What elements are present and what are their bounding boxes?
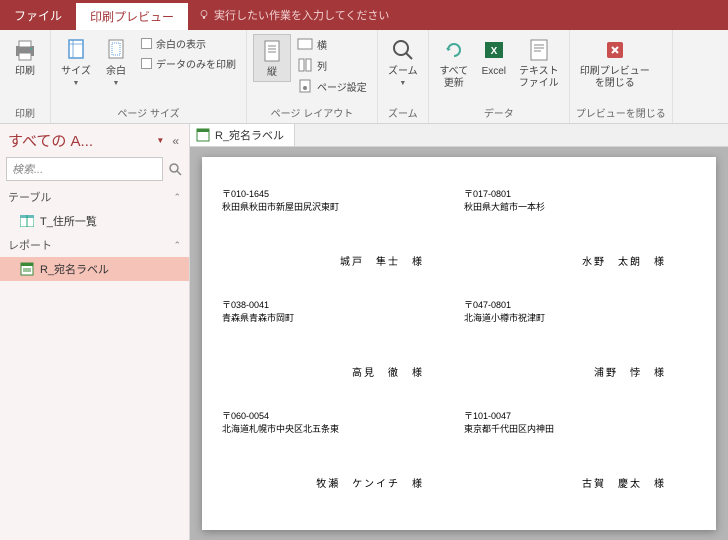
portrait-button[interactable]: 縦 bbox=[253, 34, 291, 82]
svg-text:X: X bbox=[490, 46, 497, 57]
columns-button[interactable]: 列 bbox=[293, 55, 371, 75]
size-button[interactable]: サイズ ▼ bbox=[57, 34, 95, 89]
postal-code: 〒010-1645 bbox=[222, 187, 454, 200]
address-line: 東京都千代田区内神田 bbox=[464, 422, 696, 435]
address-line: 秋田県大館市一本杉 bbox=[464, 200, 696, 213]
main-area: R_宛名ラベル 〒010-1645秋田県秋田市新屋田尻沢東町城戸 隼士 様〒01… bbox=[190, 124, 728, 540]
search-icon[interactable] bbox=[167, 161, 183, 177]
ribbon-group-layout: 縦 横 列 ページ設定 ページ レイアウト bbox=[247, 30, 378, 123]
landscape-button[interactable]: 横 bbox=[293, 34, 371, 54]
postal-code: 〒060-0054 bbox=[222, 409, 454, 422]
print-button[interactable]: 印刷 bbox=[6, 34, 44, 80]
search-input[interactable]: 検索... bbox=[6, 157, 163, 181]
postal-code: 〒047-0801 bbox=[464, 298, 696, 311]
navigation-pane: すべての A... ▼ « 検索... テーブル ⌃ T_住所一覧 レポート ⌃… bbox=[0, 124, 190, 540]
title-bar: ファイル 印刷プレビュー 実行したい作業を入力してください bbox=[0, 0, 728, 30]
columns-icon bbox=[297, 57, 313, 73]
zoom-icon bbox=[389, 36, 417, 64]
recipient-name: 水野 太朗 様 bbox=[582, 253, 666, 268]
address-line: 青森県青森市岡町 bbox=[222, 311, 454, 324]
ribbon-group-close: 印刷プレビュー を閉じる プレビューを閉じる bbox=[570, 30, 673, 123]
address-line: 北海道札幌市中央区北五条東 bbox=[222, 422, 454, 435]
close-icon bbox=[601, 36, 629, 64]
ribbon-group-pagesize: サイズ ▼ 余白 ▼ 余白の表示 データのみを印刷 ページ サイズ bbox=[51, 30, 247, 123]
address-line: 北海道小樽市祝津町 bbox=[464, 311, 696, 324]
excel-button[interactable]: X Excel bbox=[475, 34, 513, 80]
page-setup-button[interactable]: ページ設定 bbox=[293, 76, 371, 96]
preview-area[interactable]: 〒010-1645秋田県秋田市新屋田尻沢東町城戸 隼士 様〒017-0801秋田… bbox=[190, 147, 728, 540]
chevron-up-icon: ⌃ bbox=[173, 192, 181, 203]
print-icon bbox=[11, 36, 39, 64]
checkbox-icon bbox=[141, 58, 152, 69]
report-page: 〒010-1645秋田県秋田市新屋田尻沢東町城戸 隼士 様〒017-0801秋田… bbox=[202, 157, 716, 530]
postal-code: 〒038-0041 bbox=[222, 298, 454, 311]
data-only-checkbox[interactable]: データのみを印刷 bbox=[137, 54, 240, 73]
show-margin-checkbox[interactable]: 余白の表示 bbox=[137, 34, 240, 53]
excel-icon: X bbox=[480, 36, 508, 64]
nav-section-tables[interactable]: テーブル ⌃ bbox=[0, 185, 189, 209]
nav-item-table[interactable]: T_住所一覧 bbox=[0, 209, 189, 233]
collapse-icon[interactable]: « bbox=[170, 134, 181, 148]
ribbon-group-zoom: ズーム ▼ ズーム bbox=[378, 30, 429, 123]
text-file-button[interactable]: テキスト ファイル bbox=[515, 34, 563, 92]
recipient-name: 浦野 悖 様 bbox=[594, 364, 666, 379]
zoom-button[interactable]: ズーム ▼ bbox=[384, 34, 422, 89]
nav-section-reports[interactable]: レポート ⌃ bbox=[0, 233, 189, 257]
document-tab-row: R_宛名ラベル bbox=[190, 124, 728, 147]
portrait-icon bbox=[258, 37, 286, 65]
table-icon bbox=[20, 215, 34, 227]
address-label: 〒047-0801北海道小樽市祝津町浦野 悖 様 bbox=[464, 298, 696, 389]
recipient-name: 牧瀬 ケンイチ 様 bbox=[316, 475, 424, 490]
margin-button[interactable]: 余白 ▼ bbox=[97, 34, 135, 89]
tell-me-label: 実行したい作業を入力してください bbox=[214, 7, 389, 23]
dropdown-icon: ▼ bbox=[399, 80, 406, 87]
dropdown-icon: ▼ bbox=[113, 80, 120, 87]
nav-item-report[interactable]: R_宛名ラベル bbox=[0, 257, 189, 281]
recipient-name: 高見 徹 様 bbox=[352, 364, 424, 379]
address-label: 〒010-1645秋田県秋田市新屋田尻沢東町城戸 隼士 様 bbox=[222, 187, 454, 278]
postal-code: 〒017-0801 bbox=[464, 187, 696, 200]
address-label: 〒017-0801秋田県大館市一本杉水野 太朗 様 bbox=[464, 187, 696, 278]
address-label: 〒101-0047東京都千代田区内神田古賀 慶太 様 bbox=[464, 409, 696, 500]
address-label: 〒038-0041青森県青森市岡町高見 徹 様 bbox=[222, 298, 454, 389]
address-label: 〒060-0054北海道札幌市中央区北五条東牧瀬 ケンイチ 様 bbox=[222, 409, 454, 500]
text-file-icon bbox=[525, 36, 553, 64]
close-preview-button[interactable]: 印刷プレビュー を閉じる bbox=[576, 34, 654, 92]
refresh-icon bbox=[440, 36, 468, 64]
ribbon-group-data: すべて 更新 X Excel テキスト ファイル データ bbox=[429, 30, 570, 123]
ribbon-group-print: 印刷 印刷 bbox=[0, 30, 51, 123]
page-setup-icon bbox=[297, 78, 313, 94]
tab-print-preview[interactable]: 印刷プレビュー bbox=[76, 0, 188, 30]
recipient-name: 古賀 慶太 様 bbox=[582, 475, 666, 490]
nav-header[interactable]: すべての A... ▼ « bbox=[0, 124, 189, 157]
refresh-button[interactable]: すべて 更新 bbox=[435, 34, 473, 92]
tab-file[interactable]: ファイル bbox=[0, 0, 76, 30]
page-size-icon bbox=[62, 36, 90, 64]
ribbon: 印刷 印刷 サイズ ▼ 余白 ▼ 余白の表示 bbox=[0, 30, 728, 124]
checkbox-icon bbox=[141, 38, 152, 49]
bulb-icon bbox=[198, 9, 210, 21]
margin-icon bbox=[102, 36, 130, 64]
dropdown-icon: ▼ bbox=[73, 80, 80, 87]
postal-code: 〒101-0047 bbox=[464, 409, 696, 422]
tell-me-search[interactable]: 実行したい作業を入力してください bbox=[188, 0, 399, 30]
dropdown-icon: ▼ bbox=[156, 136, 164, 145]
report-icon bbox=[196, 128, 210, 142]
chevron-up-icon: ⌃ bbox=[173, 240, 181, 251]
landscape-icon bbox=[297, 36, 313, 52]
document-tab[interactable]: R_宛名ラベル bbox=[190, 124, 295, 146]
nav-title: すべての A... bbox=[8, 130, 93, 151]
address-line: 秋田県秋田市新屋田尻沢東町 bbox=[222, 200, 454, 213]
report-icon bbox=[20, 262, 34, 276]
recipient-name: 城戸 隼士 様 bbox=[340, 253, 424, 268]
